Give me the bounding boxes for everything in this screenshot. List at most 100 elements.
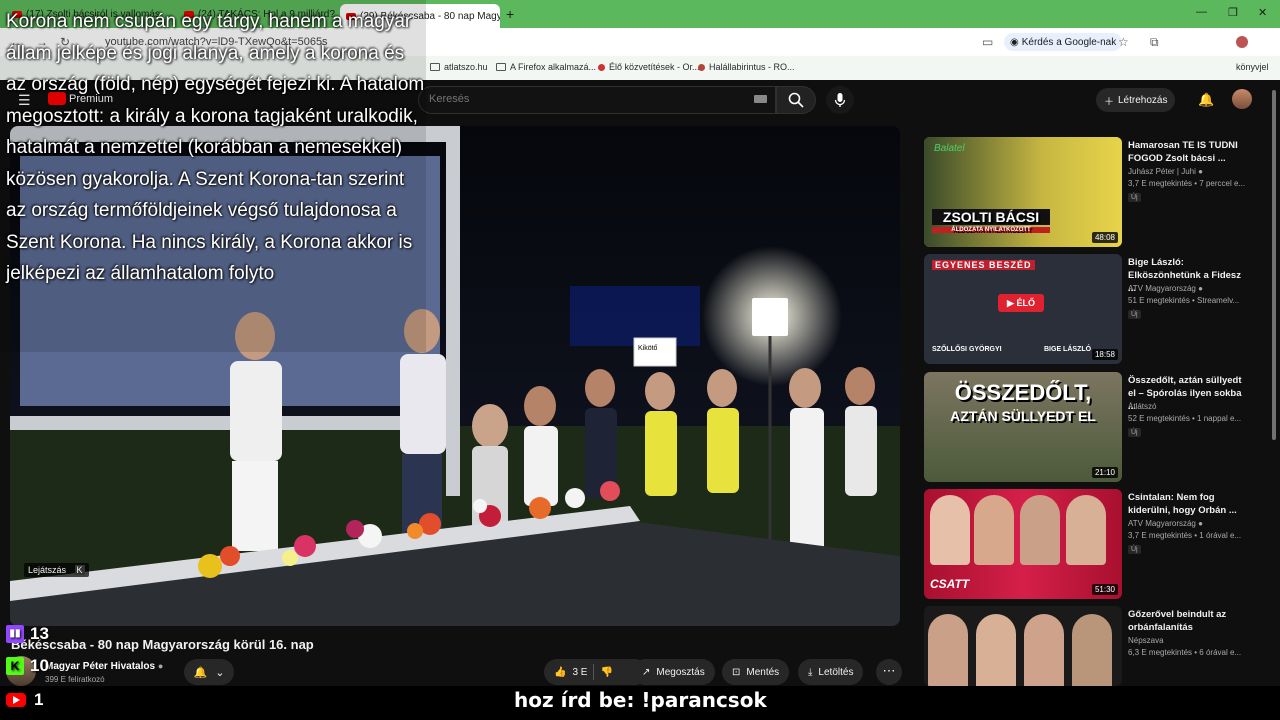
save-button[interactable]: ⊡ Mentés [722,659,790,685]
other-bookmarks[interactable]: könyvjel [1236,62,1269,72]
channel-text: Juhász Péter | Juhi [1128,167,1196,176]
recommendation-channel[interactable]: Juhász Péter | Juhi ● [1128,167,1246,176]
recommendation-channel[interactable]: Népszava [1128,636,1246,645]
search-input[interactable] [429,93,749,105]
thumbnail-face [1020,495,1060,565]
recommendation-meta: 3,7 E megtekintés • 7 perccel e... [1128,179,1246,188]
recommendation-title[interactable]: Csintalan: Nem fog kiderülni, hogy Orbán… [1128,491,1246,517]
recommendation-title[interactable]: Hamarosan TE IS TUDNI FOGOD Zsolt bácsi … [1128,139,1246,165]
new-badge: Új [1128,428,1141,437]
bookmark-item[interactable]: atlatszo.hu [430,62,488,72]
notification-bell-button[interactable]: 🔔 ⌄ [184,659,234,685]
create-label: Létrehozás [1118,94,1168,106]
duration-badge: 51:30 [1091,584,1118,595]
recommendation-meta: 3,7 E megtekintés • 1 órával e... [1128,531,1242,540]
twitch-icon: ▮▮ [6,625,24,643]
plus-icon: ＋ [1104,96,1114,108]
thumbnail-face [1066,495,1106,565]
live-badge: ▶ ÉLŐ [998,294,1044,312]
recommendation-meta: 52 E megtekintés • 1 nappal e... [1128,414,1242,423]
download-icon: ⤓ [808,666,813,678]
save-label: Mentés [746,666,780,678]
account-avatar[interactable] [1232,89,1252,109]
recommendation-channel[interactable]: ATV Magyarország ● [1128,519,1246,528]
bookmark-icon: ⊡ [732,666,741,678]
verified-icon: ● [1198,284,1203,293]
thumbnail-face [1024,614,1064,686]
thumbnail[interactable] [924,606,1122,686]
chevron-down-icon: ⌄ [215,666,225,679]
recommendation-meta: 6,3 E megtekintés • 6 órával e... [1128,648,1242,657]
close-window-icon[interactable]: ✕ [1258,6,1267,19]
channel-text: Átlátszó [1128,402,1157,411]
recommendation-item[interactable]: Balatel ZSOLTI BÁCSI ÁLDOZATA NYILATKOZO… [924,137,1264,249]
thumbnail-title: CSATT [930,577,970,591]
search-box[interactable] [418,86,776,114]
keyboard-icon[interactable] [754,95,767,103]
minimize-icon[interactable]: — [1196,6,1207,18]
channel-name-text: Magyar Péter Hivatalos [45,661,156,672]
like-count: 3 E [572,666,588,678]
share-label: Megosztás [656,666,705,678]
verified-icon: ● [1198,519,1203,528]
star-icon[interactable]: ☆ [1118,35,1129,49]
channel-name[interactable]: Magyar Péter Hivatalos ● [45,661,163,672]
thumbnail-face [1072,614,1112,686]
download-label: Letöltés [818,666,854,678]
search-button[interactable] [776,86,816,114]
thumbnail[interactable]: ÖSSZEDŐLT, AZTÁN SÜLLYEDT EL 21:10 [924,372,1122,482]
thumbnail-subtitle: ÁLDOZATA NYILATKOZOTT [932,227,1050,233]
bookmark-item[interactable]: Élő közvetítések - Or... [598,62,700,72]
more-icon: ⋯ [882,663,896,678]
notifications-icon[interactable]: 🔔 [1198,92,1214,108]
bookmark-item[interactable]: Halállabirintus - RO... [698,62,795,72]
recommendation-meta: 51 E megtekintés • Streamelv... [1128,296,1240,305]
like-button[interactable]: 👍 3 E [554,667,587,678]
kick-viewer-count: K 10 [6,656,49,676]
voice-search-button[interactable] [826,86,854,114]
thumbnail-guest-2: BIGE LÁSZLÓ [1044,346,1092,353]
recommendation-item[interactable]: CSATT 51:30 Csintalan: Nem fog kiderülni… [924,489,1264,601]
divider [593,664,595,680]
mic-icon [834,93,846,107]
thumbnail[interactable]: EGYENES BESZÉD ▶ ÉLŐ SZŐLLŐSI GYÖRGYI BI… [924,254,1122,364]
ask-google-chip[interactable]: ◉ Kérdés a Google-nak [1004,33,1123,51]
recommendation-channel[interactable]: Átlátszó [1128,402,1246,411]
recommendation-title[interactable]: Gőzerővel beindult az orbánfalanítás [1128,608,1246,634]
folder-icon [430,63,440,71]
extensions-icon[interactable]: ⧉ [1150,35,1159,50]
thumbnail-subtitle: AZTÁN SÜLLYEDT EL [950,408,1096,424]
new-tab-icon[interactable]: + [506,6,514,22]
recommendation-item[interactable]: ÖSSZEDŐLT, AZTÁN SÜLLYEDT EL 21:10 Össze… [924,372,1264,484]
more-actions-button[interactable]: ⋯ [876,659,902,685]
scrollbar[interactable] [1272,90,1276,440]
new-badge: Új [1128,193,1141,202]
bookmark-label: atlatszo.hu [444,62,488,72]
new-badge: Új [1128,545,1141,554]
playing-text: Lejátszás [28,565,67,575]
profile-avatar[interactable] [1236,36,1248,48]
new-badge: Új [1128,310,1141,319]
bookmark-item[interactable]: A Firefox alkalmazá... [496,62,596,72]
live-icon [598,63,605,71]
video-title: Békéscsaba - 80 nap Magyarország körül 1… [11,637,314,652]
cast-icon[interactable]: ▭ [982,35,993,49]
subscriber-count: 399 E feliratkozó [45,675,105,684]
duration-badge: 18:58 [1091,349,1118,360]
twitch-viewer-count: ▮▮ 13 [6,624,49,644]
thumbnail[interactable]: Balatel ZSOLTI BÁCSI ÁLDOZATA NYILATKOZO… [924,137,1122,247]
dislike-button[interactable]: 👎 [600,667,612,678]
maximize-icon[interactable]: ❐ [1228,6,1238,19]
recommendation-item[interactable]: Gőzerővel beindult az orbánfalanítás Nép… [924,606,1264,686]
recommendation-channel[interactable]: ATV Magyarország ● [1128,284,1246,293]
download-button[interactable]: ⤓ Letöltés [798,659,864,685]
share-button[interactable]: ↗ Megosztás [632,659,715,685]
thumbnail-face [928,614,968,686]
recommendation-item[interactable]: EGYENES BESZÉD ▶ ÉLŐ SZŐLLŐSI GYÖRGYI BI… [924,254,1264,366]
live-text: ÉLŐ [1016,298,1035,308]
thumbnail-title: ÖSSZEDŐLT, [954,380,1092,405]
create-button[interactable]: ＋ Létrehozás [1096,88,1176,112]
verified-icon: ● [1198,167,1203,176]
thumbnail[interactable]: CSATT 51:30 [924,489,1122,599]
bookmark-label: A Firefox alkalmazá... [510,62,597,72]
